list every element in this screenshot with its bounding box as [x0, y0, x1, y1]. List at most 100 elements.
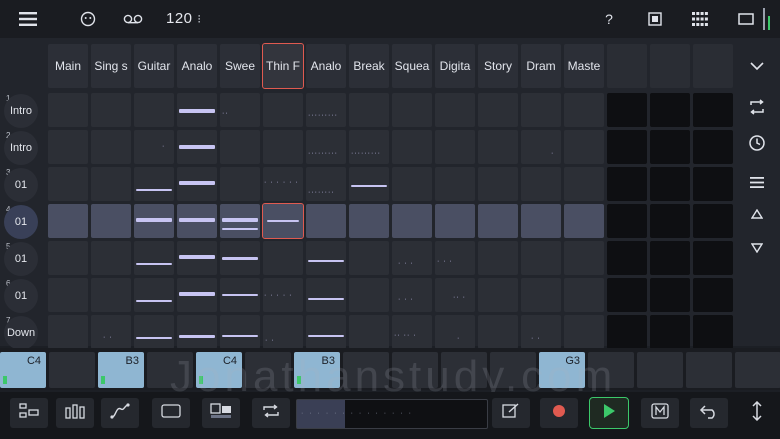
clip-cell[interactable] — [48, 278, 88, 312]
clip-cell[interactable] — [91, 278, 131, 312]
clip-cell[interactable] — [48, 167, 88, 201]
clip-cell[interactable] — [134, 241, 174, 275]
help-icon[interactable]: ? — [598, 0, 620, 38]
window-icon[interactable] — [734, 0, 758, 38]
clip-cell[interactable] — [91, 93, 131, 127]
clip-cell[interactable]: · · · — [392, 278, 432, 312]
clip-cell[interactable] — [564, 204, 604, 238]
clip-cell[interactable] — [48, 130, 88, 164]
clip-cell[interactable] — [177, 278, 217, 312]
song-timeline[interactable]: · · · · · · · · · · · · · · — [296, 399, 488, 429]
clip-cell[interactable] — [48, 204, 88, 238]
clip-cell[interactable] — [564, 167, 604, 201]
clip-cell[interactable] — [91, 130, 131, 164]
track-header[interactable]: Guitar — [134, 44, 174, 88]
empty-clip-slot[interactable] — [607, 167, 647, 201]
tempo-display[interactable]: 120 ⁝ — [166, 10, 202, 27]
empty-clip-slot[interactable] — [607, 93, 647, 127]
clip-cell[interactable] — [91, 204, 131, 238]
clip-cell[interactable] — [564, 130, 604, 164]
track-header[interactable]: Thin F — [262, 43, 304, 89]
clip-cell[interactable] — [220, 167, 260, 201]
track-header[interactable]: Sing s — [91, 44, 131, 88]
clip-cell[interactable]: · — [435, 315, 475, 349]
clip-cell[interactable] — [177, 130, 217, 164]
clip-cell[interactable] — [177, 167, 217, 201]
clip-cell[interactable] — [349, 241, 389, 275]
clip-cell[interactable] — [435, 204, 475, 238]
empty-clip-slot[interactable] — [650, 204, 690, 238]
empty-clip-slot[interactable] — [693, 93, 733, 127]
clip-cell[interactable] — [521, 93, 561, 127]
clip-cell[interactable] — [306, 241, 346, 275]
edit-button[interactable] — [492, 398, 530, 428]
play-button[interactable] — [589, 397, 629, 429]
clip-cell[interactable] — [306, 315, 346, 349]
track-header[interactable]: Break — [349, 44, 389, 88]
clip-cell[interactable] — [48, 93, 88, 127]
loop-icon[interactable] — [740, 93, 774, 121]
clip-cell[interactable] — [263, 93, 303, 127]
menu-icon[interactable] — [14, 0, 42, 38]
clip-cell[interactable]: ········ — [306, 167, 346, 201]
empty-clip-slot[interactable] — [650, 167, 690, 201]
clip-cell[interactable] — [177, 204, 217, 238]
empty-clip-slot[interactable] — [607, 278, 647, 312]
track-header[interactable]: Digita — [435, 44, 475, 88]
scene-launch-button[interactable]: 01 — [4, 242, 38, 276]
clip-cell[interactable]: ········· — [349, 130, 389, 164]
clip-cell[interactable]: · · · · · · — [263, 167, 303, 201]
clip-cell[interactable] — [392, 204, 432, 238]
mixer-layout-button[interactable] — [10, 398, 48, 428]
scene-launch-button[interactable]: Intro — [4, 94, 38, 128]
metronome-button[interactable] — [641, 398, 679, 428]
clip-cell[interactable]: · · · — [435, 241, 475, 275]
track-header[interactable]: Main — [48, 44, 88, 88]
empty-track-slot[interactable] — [693, 44, 733, 88]
clip-cell[interactable] — [349, 204, 389, 238]
empty-clip-slot[interactable] — [693, 167, 733, 201]
clip-cell[interactable]: ·· — [220, 93, 260, 127]
clip-cell[interactable] — [220, 204, 260, 238]
clip-cell[interactable] — [134, 315, 174, 349]
clip-cell[interactable] — [91, 241, 131, 275]
empty-clip-slot[interactable] — [693, 278, 733, 312]
clip-cell[interactable] — [220, 278, 260, 312]
empty-clip-slot[interactable] — [650, 130, 690, 164]
clip-cell[interactable]: · · — [521, 315, 561, 349]
clip-cell[interactable] — [521, 167, 561, 201]
empty-clip-slot[interactable] — [693, 241, 733, 275]
clip-cell[interactable] — [262, 203, 304, 239]
clip-cell[interactable] — [521, 241, 561, 275]
chevron-down-icon[interactable] — [740, 52, 774, 80]
clip-cell[interactable]: ········· — [306, 93, 346, 127]
resize-vertical-button[interactable] — [738, 398, 776, 428]
note-pad[interactable]: C4 — [0, 352, 46, 388]
clip-cell[interactable]: · — [521, 130, 561, 164]
clip-cell[interactable] — [564, 315, 604, 349]
bars-button[interactable] — [56, 398, 94, 428]
tempo-more-icon[interactable]: ⁝ — [197, 12, 201, 26]
loop-tape-icon[interactable] — [120, 0, 146, 38]
clip-cell[interactable]: ·· · — [435, 278, 475, 312]
clip-cell[interactable] — [478, 167, 518, 201]
clip-cell[interactable] — [177, 315, 217, 349]
empty-clip-slot[interactable] — [650, 315, 690, 349]
clip-cell[interactable] — [521, 204, 561, 238]
empty-clip-slot[interactable] — [650, 93, 690, 127]
note-pad[interactable] — [49, 352, 95, 388]
track-header[interactable]: Dram — [521, 44, 561, 88]
clip-cell[interactable] — [478, 278, 518, 312]
track-header[interactable]: Maste — [564, 44, 604, 88]
clip-cell[interactable] — [349, 315, 389, 349]
scene-launch-button[interactable]: 01 — [4, 168, 38, 202]
note-pad[interactable] — [686, 352, 732, 388]
clip-cell[interactable] — [220, 130, 260, 164]
grid-view-icon[interactable] — [688, 0, 712, 38]
clip-cell[interactable] — [478, 204, 518, 238]
clip-cell[interactable] — [134, 93, 174, 127]
note-pad[interactable] — [735, 352, 780, 388]
smiley-icon[interactable] — [76, 0, 100, 38]
clip-cell[interactable] — [435, 93, 475, 127]
clip-cell[interactable] — [177, 93, 217, 127]
